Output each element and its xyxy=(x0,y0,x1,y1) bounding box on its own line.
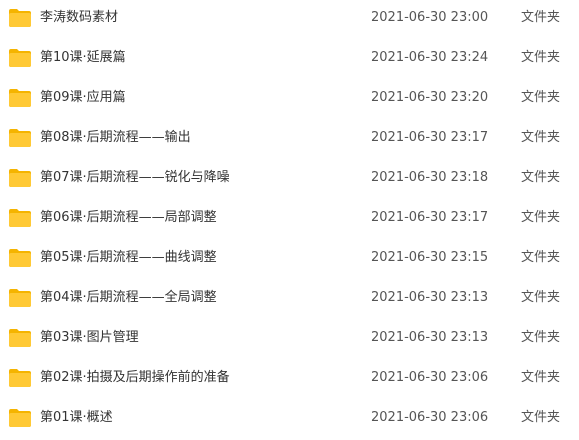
list-item[interactable]: 李涛数码素材 2021-06-30 23:00 文件夹 xyxy=(0,0,579,40)
file-type: 文件夹 xyxy=(521,410,561,425)
list-item[interactable]: 第07课·后期流程——锐化与降噪 2021-06-30 23:18 文件夹 xyxy=(0,160,579,200)
modified-date: 2021-06-30 23:17 xyxy=(371,210,489,225)
modified-date: 2021-06-30 23:13 xyxy=(371,290,489,305)
file-name: 第08课·后期流程——输出 xyxy=(40,130,191,145)
modified-date: 2021-06-30 23:18 xyxy=(371,170,489,185)
list-item[interactable]: 第01课·概述 2021-06-30 23:06 文件夹 xyxy=(0,400,579,440)
file-list: 李涛数码素材 2021-06-30 23:00 文件夹 第10课·延展篇 202… xyxy=(0,0,579,439)
file-name: 第01课·概述 xyxy=(40,410,113,425)
folder-icon xyxy=(9,129,31,147)
file-type: 文件夹 xyxy=(521,50,561,65)
list-item[interactable]: 第02课·拍摄及后期操作前的准备 2021-06-30 23:06 文件夹 xyxy=(0,360,579,400)
file-name: 第09课·应用篇 xyxy=(40,90,126,105)
folder-icon xyxy=(9,9,31,27)
file-name: 第10课·延展篇 xyxy=(40,50,126,65)
file-type: 文件夹 xyxy=(521,170,561,185)
modified-date: 2021-06-30 23:06 xyxy=(371,410,489,425)
file-type: 文件夹 xyxy=(521,90,561,105)
folder-icon xyxy=(9,289,31,307)
modified-date: 2021-06-30 23:00 xyxy=(371,10,489,25)
list-item[interactable]: 第05课·后期流程——曲线调整 2021-06-30 23:15 文件夹 xyxy=(0,240,579,280)
file-type: 文件夹 xyxy=(521,330,561,345)
modified-date: 2021-06-30 23:17 xyxy=(371,130,489,145)
folder-icon xyxy=(9,169,31,187)
list-item[interactable]: 第06课·后期流程——局部调整 2021-06-30 23:17 文件夹 xyxy=(0,200,579,240)
folder-icon xyxy=(9,249,31,267)
file-name: 第05课·后期流程——曲线调整 xyxy=(40,250,217,265)
folder-icon xyxy=(9,49,31,67)
folder-icon xyxy=(9,329,31,347)
folder-icon xyxy=(9,89,31,107)
file-name: 第04课·后期流程——全局调整 xyxy=(40,290,217,305)
file-name: 第02课·拍摄及后期操作前的准备 xyxy=(40,370,230,385)
modified-date: 2021-06-30 23:20 xyxy=(371,90,489,105)
file-type: 文件夹 xyxy=(521,250,561,265)
file-name: 第03课·图片管理 xyxy=(40,330,139,345)
modified-date: 2021-06-30 23:24 xyxy=(371,50,489,65)
list-item[interactable]: 第08课·后期流程——输出 2021-06-30 23:17 文件夹 xyxy=(0,120,579,160)
file-type: 文件夹 xyxy=(521,210,561,225)
folder-icon xyxy=(9,209,31,227)
file-type: 文件夹 xyxy=(521,10,561,25)
list-item[interactable]: 第04课·后期流程——全局调整 2021-06-30 23:13 文件夹 xyxy=(0,280,579,320)
file-name: 第07课·后期流程——锐化与降噪 xyxy=(40,170,230,185)
modified-date: 2021-06-30 23:15 xyxy=(371,250,489,265)
folder-icon xyxy=(9,369,31,387)
file-type: 文件夹 xyxy=(521,130,561,145)
list-item[interactable]: 第10课·延展篇 2021-06-30 23:24 文件夹 xyxy=(0,40,579,80)
list-item[interactable]: 第03课·图片管理 2021-06-30 23:13 文件夹 xyxy=(0,320,579,360)
modified-date: 2021-06-30 23:13 xyxy=(371,330,489,345)
list-item[interactable]: 第09课·应用篇 2021-06-30 23:20 文件夹 xyxy=(0,80,579,120)
modified-date: 2021-06-30 23:06 xyxy=(371,370,489,385)
file-name: 第06课·后期流程——局部调整 xyxy=(40,210,217,225)
file-type: 文件夹 xyxy=(521,290,561,305)
file-name: 李涛数码素材 xyxy=(40,10,119,25)
folder-icon xyxy=(9,409,31,427)
file-type: 文件夹 xyxy=(521,370,561,385)
